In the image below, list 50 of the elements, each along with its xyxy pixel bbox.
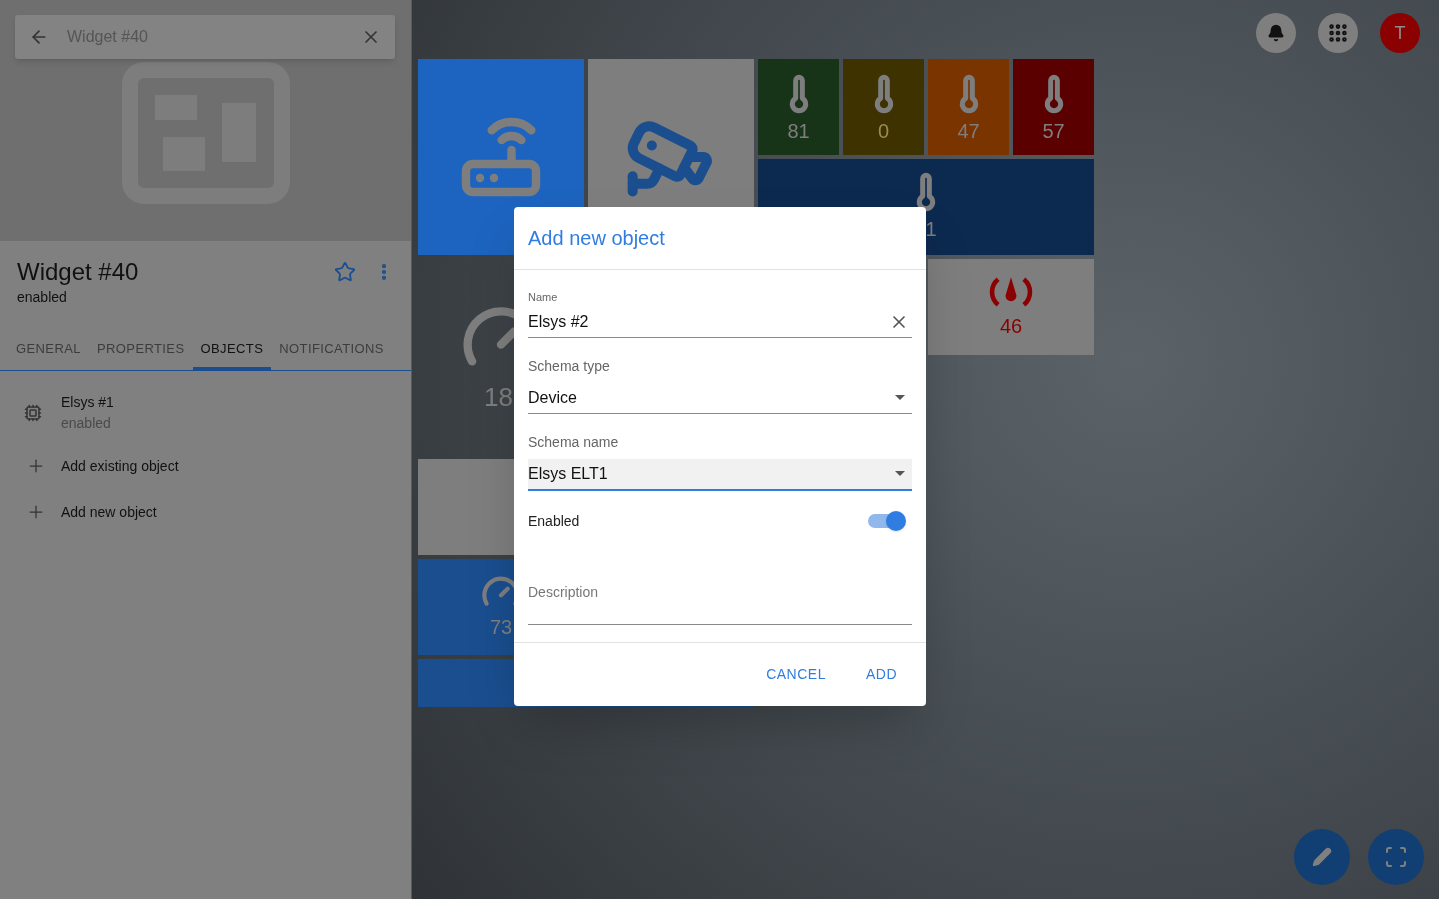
- tile-value: 81: [787, 119, 810, 144]
- thermometer-tile[interactable]: 57: [1013, 59, 1094, 155]
- description-field[interactable]: Description: [528, 579, 912, 625]
- select-field[interactable]: Schema type Device: [528, 355, 912, 414]
- dropdown-caret-icon[interactable]: [895, 471, 905, 476]
- notifications-button[interactable]: [1256, 13, 1296, 53]
- dialog-title: Add new object: [528, 226, 665, 251]
- widget-title: Widget #40: [17, 257, 139, 287]
- field-value: Elsys #2: [528, 311, 589, 332]
- tile-value: 0: [877, 119, 890, 144]
- field-label: Name: [528, 290, 559, 305]
- apps-button[interactable]: [1318, 13, 1358, 53]
- tab[interactable]: PROPERTIES: [88, 330, 193, 370]
- tile-value: 73: [489, 615, 513, 640]
- dashboard-icon: [121, 62, 290, 204]
- add-object-button[interactable]: Add existing object: [0, 443, 411, 489]
- object-name: Elsys #1: [61, 393, 114, 412]
- thermometer-tile[interactable]: 81: [758, 59, 839, 155]
- thermometer-tile[interactable]: 47: [928, 59, 1009, 155]
- tile-value: 1: [925, 217, 937, 242]
- apps-icon: [1327, 22, 1349, 44]
- bell-icon: [1267, 24, 1285, 42]
- tile-value: 46: [999, 314, 1023, 339]
- field-value: Device: [528, 387, 577, 408]
- tile-value: 57: [1042, 119, 1065, 144]
- pressure-tile[interactable]: 46: [928, 259, 1094, 355]
- dialog-button[interactable]: CANCEL: [751, 656, 841, 692]
- switch-label: Enabled: [528, 511, 580, 531]
- star-icon[interactable]: [334, 261, 356, 283]
- name-field[interactable]: Name Elsys #2: [528, 289, 912, 338]
- add-object-button[interactable]: Add new object: [0, 489, 411, 535]
- tile-value: 47: [957, 119, 980, 144]
- chip-icon: [24, 404, 42, 422]
- field-value: Elsys ELT1: [528, 463, 608, 484]
- tab[interactable]: OBJECTS: [192, 330, 272, 370]
- tile-value: 18: [484, 380, 513, 414]
- field-label: Schema name: [528, 432, 620, 452]
- router-icon: [459, 115, 543, 199]
- tab[interactable]: NOTIFICATIONS: [271, 330, 392, 370]
- enabled-switch[interactable]: [868, 514, 904, 528]
- fullscreen-icon: [1384, 845, 1408, 869]
- tab[interactable]: GENERAL: [8, 330, 89, 370]
- thermometer-tile[interactable]: 0: [843, 59, 924, 155]
- avatar[interactable]: T: [1380, 13, 1420, 53]
- pencil-icon: [1312, 847, 1332, 867]
- field-label: Schema type: [528, 356, 611, 376]
- widget-status: enabled: [17, 288, 68, 307]
- dropdown-caret-icon[interactable]: [895, 395, 905, 400]
- dialog-button[interactable]: ADD: [850, 656, 912, 692]
- edit-button[interactable]: [1294, 829, 1350, 885]
